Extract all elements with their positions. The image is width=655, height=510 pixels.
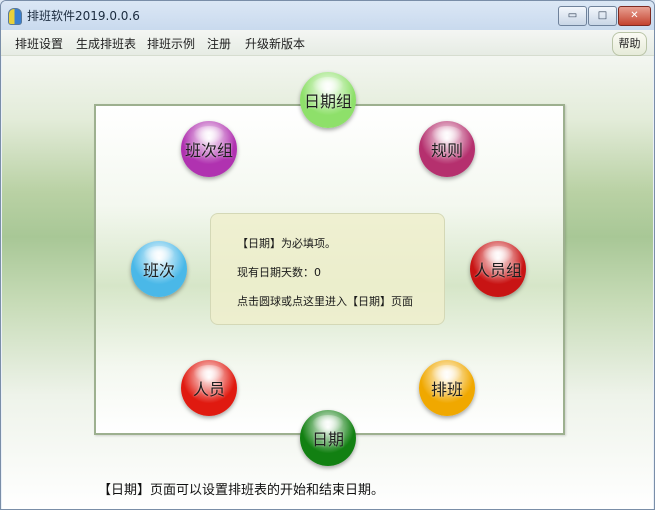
date-label: 日期: [311, 430, 344, 449]
footer-description: 【日期】页面可以设置排班表的开始和结束日期。: [98, 483, 385, 498]
menu-schedule-example[interactable]: 排班示例: [147, 35, 195, 52]
info-required: 【日期】为必填项。: [237, 237, 336, 250]
shift-label: 班次: [142, 261, 175, 280]
info-enter-hint[interactable]: 点击圆球或点这里进入【日期】页面: [237, 293, 413, 309]
staff-group-label: 人员组: [473, 261, 522, 280]
minimize-button[interactable]: ▭: [558, 6, 587, 26]
help-button[interactable]: 帮助: [612, 32, 647, 56]
menu-upgrade[interactable]: 升级新版本: [245, 35, 305, 52]
window-title: 排班软件2019.0.0.6: [27, 9, 140, 23]
app-window: 排班软件2019.0.0.6 ▭ □ ✕ 排班设置 生成排班表 排班示例 注册 …: [0, 0, 655, 510]
shift-ball[interactable]: 班次: [131, 241, 187, 297]
staff-label: 人员: [192, 380, 225, 399]
info-box[interactable]: 【日期】为必填项。 现有日期天数：0 点击圆球或点这里进入【日期】页面: [210, 213, 445, 325]
info-day-count: 现有日期天数：0: [237, 266, 321, 279]
close-button[interactable]: ✕: [618, 6, 651, 26]
shift-group-label: 班次组: [184, 141, 233, 160]
menu-register[interactable]: 注册: [207, 35, 231, 52]
date-group-label: 日期组: [303, 92, 352, 111]
shift-group-ball[interactable]: 班次组: [181, 121, 237, 177]
maximize-button[interactable]: □: [588, 6, 617, 26]
rule-label: 规则: [430, 141, 463, 160]
menu-schedule-settings[interactable]: 排班设置: [15, 35, 63, 52]
staff-group-ball[interactable]: 人员组: [470, 241, 526, 297]
date-ball[interactable]: 日期: [300, 410, 356, 466]
menu-bar: 排班设置 生成排班表 排班示例 注册 升级新版本: [1, 30, 654, 56]
date-group-ball[interactable]: 日期组: [300, 72, 356, 128]
schedule-ball[interactable]: 排班: [419, 360, 475, 416]
rule-ball[interactable]: 规则: [419, 121, 475, 177]
app-icon: [8, 8, 22, 25]
title-bar[interactable]: 排班软件2019.0.0.6 ▭ □ ✕: [1, 1, 654, 30]
schedule-label: 排班: [430, 380, 463, 399]
staff-ball[interactable]: 人员: [181, 360, 237, 416]
menu-generate-schedule[interactable]: 生成排班表: [76, 35, 136, 52]
